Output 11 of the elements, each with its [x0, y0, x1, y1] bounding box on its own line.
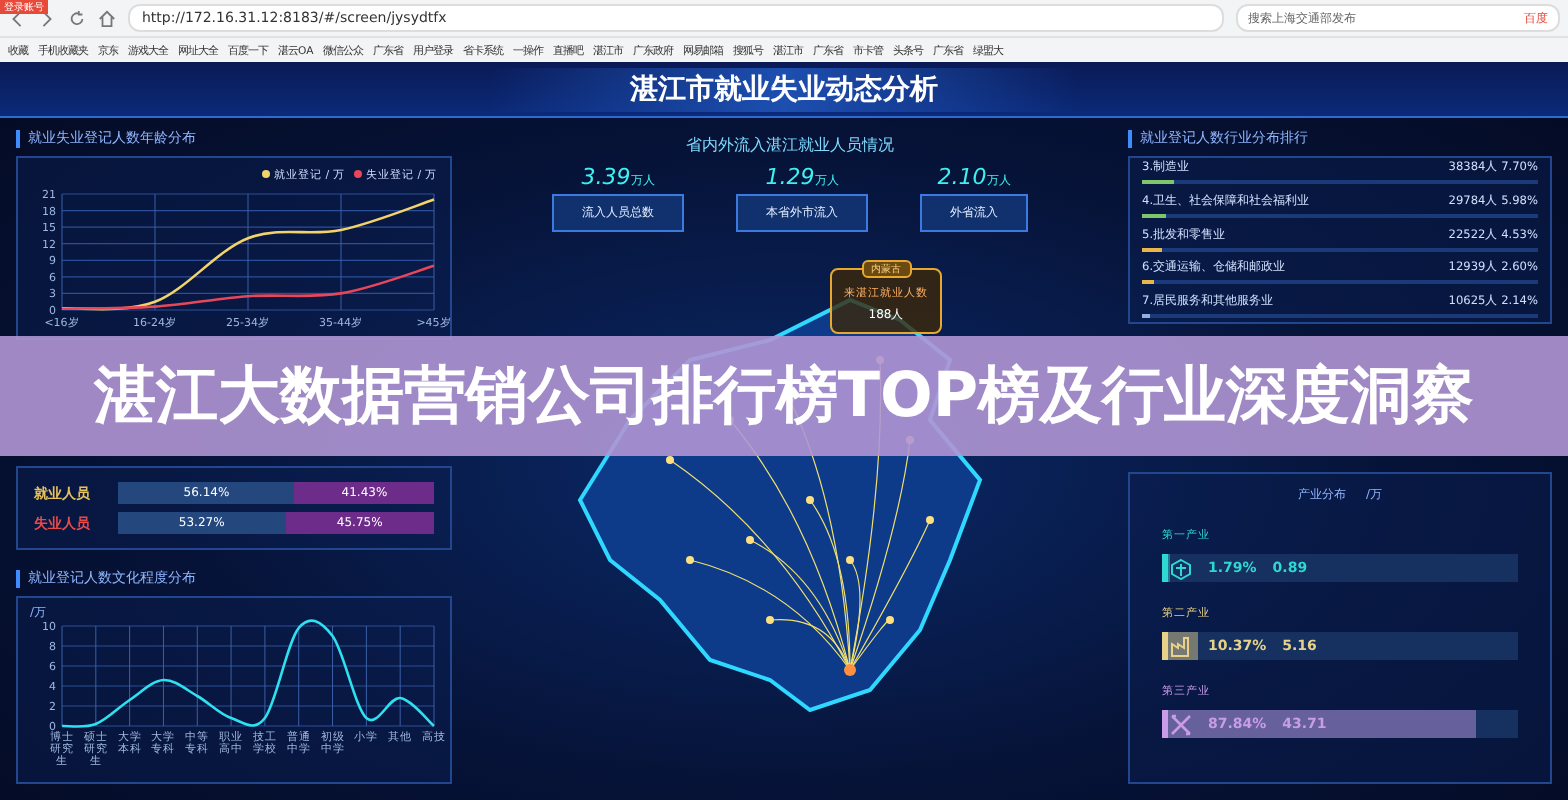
legend-dot: [262, 170, 270, 178]
forward-icon[interactable]: [38, 9, 56, 28]
hexagon-icon: [1170, 557, 1192, 579]
back-icon[interactable]: [8, 9, 26, 28]
legend-dot: [354, 170, 362, 178]
tools-icon: [1170, 713, 1192, 735]
reload-icon[interactable]: [68, 9, 86, 28]
section-subtitle: 省内外流入湛江就业人员情况: [686, 134, 894, 156]
home-icon[interactable]: [98, 9, 116, 28]
factory-icon: [1170, 635, 1192, 657]
overlay-title: 湛江大数据营销公司排行榜TOP榜及行业深度洞察: [0, 336, 1568, 456]
